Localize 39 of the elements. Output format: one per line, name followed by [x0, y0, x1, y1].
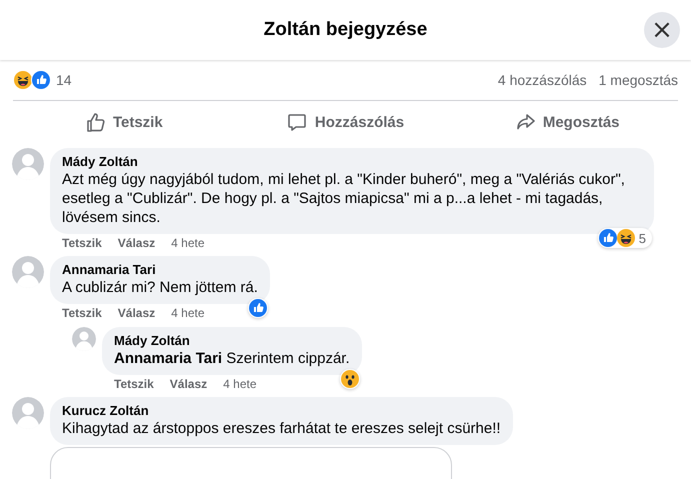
avatar-icon	[12, 148, 44, 180]
comment-author[interactable]: Mády Zoltán	[114, 333, 350, 349]
post-title: Zoltán bejegyzése	[264, 19, 428, 41]
comment-icon	[286, 112, 307, 132]
like-link[interactable]: Tetszik	[62, 306, 102, 321]
avatar-icon	[12, 256, 44, 288]
reply-link[interactable]: Válasz	[118, 236, 156, 251]
comment-time[interactable]: 4 hete	[223, 377, 257, 392]
reaction-badge[interactable]: 5	[598, 228, 652, 248]
reaction-count[interactable]: 14	[56, 72, 72, 88]
like-icon	[84, 112, 105, 132]
comment-text: Azt még úgy nagyjából tudom, mi lehet pl. a "Kinder buheró", meg a "Valériás cukor", esetleg a "Cublizár". De hogy pl. a "Sajtos miapicsa" mi a p...a lehet - mi tagadás, lövésem sincs.	[62, 170, 626, 227]
comment-author[interactable]: Annamaria Tari	[62, 262, 258, 278]
reaction-badge[interactable]	[340, 369, 360, 389]
close-button[interactable]: ×	[644, 12, 680, 48]
like-link[interactable]: Tetszik	[62, 236, 102, 251]
share-count[interactable]: 1 megosztás	[598, 72, 678, 88]
comment-action-button[interactable]: Hozzászólás	[234, 101, 456, 143]
reply-link[interactable]: Válasz	[170, 377, 208, 392]
share-icon	[514, 112, 535, 132]
reply-link[interactable]: Válasz	[118, 306, 156, 321]
comment-text: A cublizár mi? Nem jöttem rá.	[62, 278, 258, 297]
thumbs-up-icon	[598, 229, 617, 247]
comment-time[interactable]: 4 hete	[171, 236, 205, 251]
like-link[interactable]: Tetszik	[114, 377, 154, 392]
surprised-face-icon	[340, 370, 359, 388]
laughing-face-icon	[616, 229, 635, 247]
comment-count[interactable]: 4 hozzászólás	[498, 72, 587, 88]
share-action-button[interactable]: Megosztás	[456, 101, 678, 143]
comment-text: Kihagytad az árstoppos ereszes farhátat te ereszes selejt csürhe!!	[62, 419, 501, 438]
laughing-face-icon	[14, 71, 32, 89]
thumbs-up-icon	[248, 299, 267, 317]
like-action-button[interactable]: Tetszik	[13, 101, 235, 143]
comment-author[interactable]: Mády Zoltán	[62, 154, 642, 170]
comment-author[interactable]: Kurucz Zoltán	[62, 403, 501, 419]
avatar-icon	[12, 397, 44, 429]
comment-time[interactable]: 4 hete	[171, 306, 205, 321]
comment-text: Annamaria Tari Szerintem cippzár.	[114, 349, 350, 368]
avatar-icon	[72, 327, 96, 351]
